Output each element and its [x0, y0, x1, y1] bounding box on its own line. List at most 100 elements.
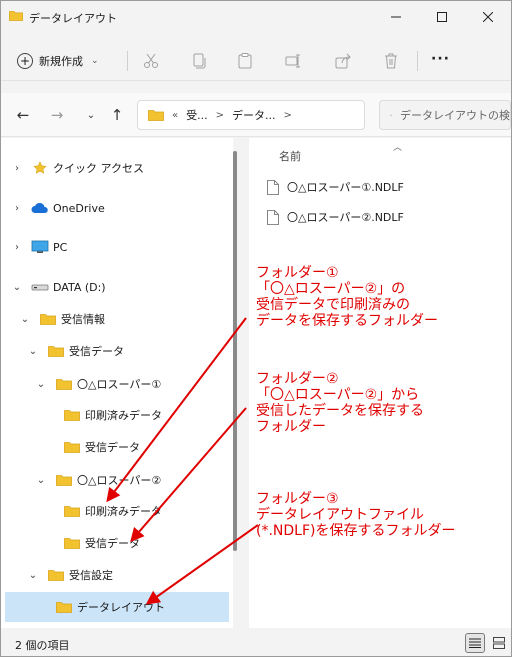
tree-item-data-drive[interactable]: ⌄ DATA (D:) — [5, 272, 229, 302]
tree-item-folder[interactable]: ⌄ 〇△ロスーパー② — [5, 465, 229, 495]
tree-label: 受信データ — [85, 537, 140, 550]
search-icon — [390, 114, 392, 116]
tree-item-folder[interactable]: ⌄ 受信情報 — [5, 304, 229, 334]
cut-icon[interactable] — [141, 51, 161, 71]
window-title: データレイアウト — [29, 12, 117, 25]
tree-label: 受信設定 — [69, 569, 113, 582]
arrow-up-icon: ↑ — [110, 106, 124, 124]
computer-icon — [31, 240, 49, 254]
chevron-down-icon[interactable]: ⌄ — [11, 281, 23, 293]
up-button[interactable]: ↑ — [107, 105, 127, 125]
nav-scrollbar[interactable] — [233, 151, 237, 551]
chevron-down-icon[interactable]: ⌄ — [19, 313, 31, 325]
item-count: 2 個の項目 — [15, 639, 70, 652]
rename-icon[interactable] — [283, 51, 303, 71]
breadcrumb-separator: > — [283, 109, 292, 121]
arrow-right-icon: → — [50, 106, 64, 124]
more-options-icon[interactable]: ··· — [431, 51, 453, 71]
file-icon — [267, 209, 279, 225]
copy-icon[interactable] — [189, 51, 209, 71]
minimize-icon — [391, 16, 401, 18]
tree-item-folder[interactable]: ⌄ 〇△ロスーパー① — [5, 369, 229, 399]
annotation-folder-1: フォルダー① 「〇△ロスーパー②」の 受信データで印刷済みの データを保存するフ… — [256, 265, 438, 329]
folder-icon — [47, 568, 65, 582]
back-button[interactable]: ← — [13, 105, 33, 125]
chevron-down-icon[interactable]: ⌄ — [35, 474, 47, 486]
annotation-line: 「〇△ロスーパー②」から — [256, 387, 420, 404]
folder-icon — [63, 408, 81, 422]
tree-item-pc[interactable]: › PC — [5, 232, 229, 262]
tree-label: 受信データ — [69, 345, 124, 358]
tree-label: 受信情報 — [61, 313, 105, 326]
separator — [417, 51, 418, 71]
chevron-down-icon[interactable]: ⌄ — [27, 345, 39, 357]
address-bar[interactable]: « 受... > データ... > — [137, 100, 365, 130]
maximize-button[interactable] — [419, 1, 465, 33]
tree-item-folder[interactable]: ⌄ 受信設定 — [5, 560, 229, 590]
annotation-line: 「〇△ロスーパー②」の — [256, 281, 406, 298]
tree-item-selected-folder[interactable]: データレイアウト — [5, 592, 229, 622]
annotation-line: フォルダー① — [256, 265, 339, 281]
tree-label: データレイアウト — [77, 601, 165, 614]
chevron-down-icon[interactable]: ⌄ — [27, 569, 39, 581]
forward-button[interactable]: → — [47, 105, 67, 125]
search-box — [379, 100, 511, 130]
annotation-line: 受信したデータを保存する — [256, 403, 424, 420]
breadcrumb-separator: > — [215, 109, 225, 121]
file-row[interactable]: 〇△ロスーパー②.NDLF — [267, 204, 507, 230]
chevron-right-icon[interactable]: › — [11, 162, 23, 174]
annotation-folder-3: フォルダー③ データレイアウトファイル (*.NDLF)を保存するフォルダー — [256, 491, 455, 539]
folder-icon — [148, 110, 164, 121]
tiles-view-icon — [493, 637, 505, 649]
tree-item-folder[interactable]: 印刷済みデータ — [5, 400, 229, 430]
minimize-button[interactable] — [373, 1, 419, 33]
delete-icon[interactable] — [381, 51, 401, 71]
tree-item-onedrive[interactable]: › OneDrive — [5, 193, 229, 223]
details-view-button[interactable] — [465, 633, 485, 653]
annotation-folder-2: フォルダー② 「〇△ロスーパー②」から 受信したデータを保存する フォルダー — [256, 371, 424, 435]
folder-icon — [39, 312, 57, 326]
annotation-line: 受信データで印刷済みの — [256, 297, 410, 314]
tree-item-folder[interactable]: ⌄ 受信データ — [5, 336, 229, 366]
folder-icon — [55, 473, 73, 487]
breadcrumb-item[interactable]: データ... — [232, 107, 276, 123]
tree-label: OneDrive — [53, 201, 105, 215]
tree-label: DATA (D:) — [53, 280, 106, 294]
annotation-line: フォルダー② — [256, 371, 339, 387]
tree-item-folder[interactable]: 受信データ — [5, 432, 229, 462]
chevron-down-icon: ⌄ — [86, 109, 96, 121]
folder-icon — [55, 600, 73, 614]
tree-label: 受信データ — [85, 441, 140, 454]
star-icon — [31, 161, 49, 175]
chevron-right-icon[interactable]: › — [11, 202, 23, 214]
recent-locations-button[interactable]: ⌄ — [81, 105, 101, 125]
chevron-right-icon[interactable]: › — [11, 241, 23, 253]
tree-item-quick-access[interactable]: › クイック アクセス — [5, 153, 229, 183]
chevron-down-icon[interactable]: ⌄ — [35, 378, 47, 390]
breadcrumb-item[interactable]: 受... — [186, 107, 208, 123]
file-row[interactable]: 〇△ロスーパー①.NDLF — [267, 174, 507, 200]
close-icon — [483, 12, 493, 22]
tree-item-folder[interactable]: 受信データ — [5, 528, 229, 558]
column-header-name[interactable]: 名前 — [279, 148, 301, 164]
plus-icon: + — [17, 53, 33, 69]
tree-label: 印刷済みデータ — [85, 505, 162, 518]
maximize-icon — [437, 12, 447, 22]
paste-icon[interactable] — [235, 51, 255, 71]
folder-icon — [9, 11, 23, 21]
search-input[interactable] — [400, 108, 510, 122]
breadcrumb-overflow[interactable]: « — [172, 110, 178, 121]
file-icon — [267, 179, 279, 195]
chevron-down-icon: ⌄ — [91, 56, 99, 66]
tree-item-folder[interactable]: 印刷済みデータ — [5, 496, 229, 526]
annotation-line: データレイアウトファイル — [256, 507, 424, 524]
new-button[interactable]: + 新規作成 ⌄ — [17, 49, 99, 73]
close-button[interactable] — [465, 1, 511, 33]
command-bar: + 新規作成 ⌄ ··· — [1, 41, 511, 81]
tree-label: クイック アクセス — [53, 162, 144, 175]
share-icon[interactable] — [333, 51, 353, 71]
drive-icon — [31, 280, 49, 294]
folder-icon — [63, 504, 81, 518]
tiles-view-button[interactable] — [489, 633, 509, 653]
annotation-line: (*.NDLF)を保存するフォルダー — [256, 523, 456, 540]
